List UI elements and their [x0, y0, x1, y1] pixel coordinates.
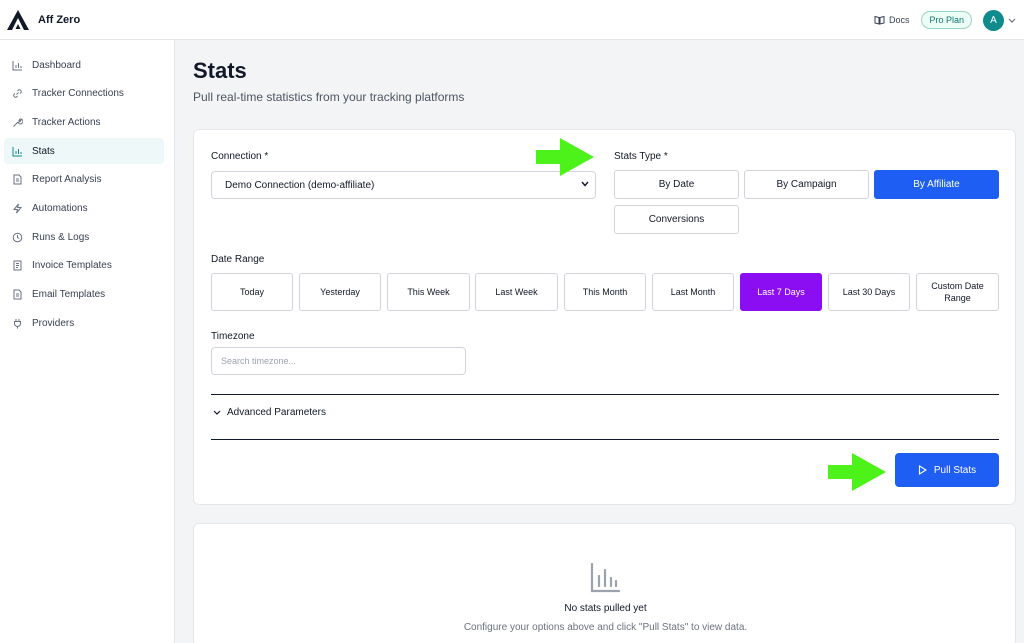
clock-icon: [11, 231, 23, 243]
receipt-icon: [11, 260, 23, 272]
sidebar-item-runs-logs[interactable]: Runs & Logs: [4, 224, 164, 250]
pull-stats-button[interactable]: Pull Stats: [895, 453, 999, 487]
date-range-option-label: Last 30 Days: [842, 287, 896, 297]
link-icon: [11, 88, 23, 100]
chevron-down-icon: [581, 181, 589, 187]
sidebar-item-tracker-connections[interactable]: Tracker Connections: [4, 81, 164, 107]
empty-state-title: No stats pulled yet: [564, 603, 647, 614]
sidebar-item-label: Tracker Actions: [32, 116, 101, 128]
sidebar-item-stats[interactable]: Stats: [4, 138, 164, 165]
stats-type-by-campaign[interactable]: By Campaign: [744, 170, 869, 199]
play-icon: [918, 465, 927, 475]
sidebar-item-label: Email Templates: [32, 289, 106, 300]
book-icon: [874, 15, 885, 25]
date-range-option-label: This Week: [407, 287, 450, 297]
docs-link[interactable]: Docs: [874, 15, 910, 25]
date-range-custom[interactable]: Custom Date Range: [916, 273, 999, 311]
advanced-parameters-toggle[interactable]: Advanced Parameters: [213, 407, 326, 418]
connection-value: Demo Connection (demo-affiliate): [225, 179, 375, 191]
sidebar-item-label: Automations: [32, 202, 88, 214]
stats-type-option-label: By Date: [658, 179, 695, 190]
empty-state-subtitle: Configure your options above and click "…: [463, 622, 748, 633]
file-icon: [11, 174, 23, 186]
sidebar-item-label: Stats: [32, 145, 55, 157]
date-range-yesterday[interactable]: Yesterday: [299, 273, 381, 311]
divider: [211, 394, 999, 395]
sidebar-item-providers[interactable]: Providers: [4, 310, 164, 336]
divider: [211, 439, 999, 440]
wrench-icon: [11, 116, 23, 128]
logo-icon: [7, 9, 29, 30]
arrow-annotation-icon: [536, 138, 594, 176]
stats-type-by-affiliate[interactable]: By Affiliate: [874, 170, 999, 199]
stats-type-label: Stats Type *: [614, 151, 668, 162]
date-range-last-30-days[interactable]: Last 30 Days: [828, 273, 910, 311]
date-range-last-week[interactable]: Last Week: [475, 273, 558, 311]
sidebar-item-invoice-templates[interactable]: Invoice Templates: [4, 253, 164, 279]
avatar-initial: A: [990, 14, 997, 26]
date-range-option-label: Custom Date Range: [931, 281, 984, 303]
connection-label: Connection *: [211, 151, 269, 162]
sidebar-item-dashboard[interactable]: Dashboard: [4, 52, 164, 78]
avatar[interactable]: A: [983, 9, 1004, 31]
stats-type-option-label: By Campaign: [776, 179, 837, 190]
sidebar-item-label: Report Analysis: [32, 174, 102, 186]
date-range-option-label: Yesterday: [320, 287, 360, 297]
date-range-option-label: Last 7 Days: [757, 287, 805, 297]
date-range-this-month[interactable]: This Month: [564, 273, 646, 311]
timezone-placeholder: Search timezone...: [221, 356, 297, 366]
stats-form-card: Connection * Demo Connection (demo-affil…: [193, 129, 1016, 505]
sidebar-item-report-analysis[interactable]: Report Analysis: [4, 167, 164, 193]
page-title: Stats: [193, 58, 247, 83]
empty-state-card: No stats pulled yet Configure your optio…: [193, 523, 1016, 643]
sidebar-item-label: Runs & Logs: [32, 231, 90, 243]
arrow-annotation-icon: [828, 453, 886, 491]
date-range-label: Date Range: [211, 254, 265, 265]
timezone-label: Timezone: [211, 331, 255, 342]
chevron-down-icon[interactable]: [1008, 18, 1016, 23]
file-icon: [11, 289, 23, 301]
chevron-down-icon: [213, 410, 221, 415]
advanced-parameters-label: Advanced Parameters: [227, 407, 326, 418]
app-name: Aff Zero: [38, 13, 81, 26]
sidebar-item-label: Dashboard: [32, 59, 81, 71]
date-range-last-month[interactable]: Last Month: [652, 273, 734, 311]
bar-chart-icon: [590, 562, 621, 593]
date-range-last-7-days[interactable]: Last 7 Days: [740, 273, 822, 311]
date-range-today[interactable]: Today: [211, 273, 293, 311]
date-range-this-week[interactable]: This Week: [387, 273, 470, 311]
docs-label: Docs: [888, 15, 910, 25]
sidebar-item-tracker-actions[interactable]: Tracker Actions: [4, 109, 164, 135]
page-subtitle: Pull real-time statistics from your trac…: [193, 90, 465, 104]
sidebar-item-automations[interactable]: Automations: [4, 195, 164, 221]
date-range-option-label: Last Week: [495, 287, 538, 297]
timezone-search-input[interactable]: Search timezone...: [211, 347, 466, 375]
stats-type-conversions[interactable]: Conversions: [614, 205, 739, 234]
top-bar: Aff Zero Docs Pro Plan A: [0, 0, 1024, 40]
date-range-option-label: Last Month: [670, 287, 716, 297]
date-range-option-label: This Month: [582, 287, 628, 297]
sidebar-item-label: Tracker Connections: [32, 88, 124, 100]
stats-type-option-label: By Affiliate: [913, 179, 960, 190]
sidebar-item-label: Invoice Templates: [32, 260, 112, 272]
bolt-icon: [11, 202, 23, 214]
main-content: Stats Pull real-time statistics from you…: [176, 40, 1024, 643]
bar-chart-icon: [11, 59, 23, 71]
stats-type-option-label: Conversions: [648, 214, 705, 225]
sidebar: Dashboard Tracker Connections Tracker Ac…: [0, 40, 175, 643]
pull-stats-label: Pull Stats: [933, 464, 977, 476]
sidebar-item-label: Providers: [32, 317, 75, 329]
stats-type-by-date[interactable]: By Date: [614, 170, 739, 199]
plan-badge[interactable]: Pro Plan: [921, 11, 972, 29]
date-range-option-label: Today: [239, 287, 265, 297]
sidebar-item-email-templates[interactable]: Email Templates: [4, 282, 164, 308]
bar-chart-icon: [11, 145, 23, 157]
plug-icon: [11, 317, 23, 329]
brand[interactable]: Aff Zero: [6, 9, 80, 31]
